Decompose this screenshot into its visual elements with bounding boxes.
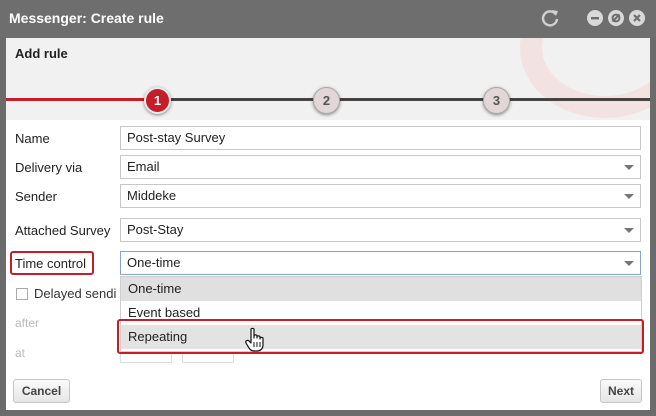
next-button[interactable]: Next (600, 379, 642, 403)
step-3[interactable]: 3 (483, 87, 510, 114)
minimize-icon[interactable] (587, 10, 603, 26)
time-control-label: Time control (15, 256, 87, 271)
sender-value: Middeke (127, 188, 177, 203)
time-control-select[interactable]: One-time (120, 251, 641, 275)
sender-label: Sender (15, 189, 57, 204)
maximize-icon[interactable] (608, 10, 624, 26)
delayed-sending-checkbox[interactable] (16, 288, 28, 300)
wizard-title: Add rule (15, 46, 68, 61)
sender-select[interactable]: Middeke (120, 184, 641, 208)
chevron-down-icon (624, 261, 634, 266)
survey-select[interactable]: Post-Stay (120, 218, 641, 242)
delayed-sending-label: Delayed sendi (34, 286, 117, 301)
survey-label: Attached Survey (15, 223, 111, 238)
dialog-body: Add rule 1 2 3 Name Post-stay Survey Del… (6, 38, 650, 410)
delivery-label: Delivery via (15, 160, 83, 175)
window-title: Messenger: Create rule (9, 10, 164, 26)
step-2[interactable]: 2 (313, 87, 340, 114)
dialog-window: Messenger: Create rule Add rule 1 2 3 Na… (0, 0, 656, 416)
cancel-button[interactable]: Cancel (13, 379, 70, 403)
close-icon[interactable] (629, 10, 645, 26)
name-value: Post-stay Survey (127, 130, 226, 145)
step-1[interactable]: 1 (144, 87, 171, 114)
progress-track-done (6, 98, 146, 101)
name-input[interactable]: Post-stay Survey (120, 126, 641, 150)
chevron-down-icon (624, 165, 634, 170)
delivery-value: Email (127, 159, 160, 174)
decorative-swoosh (520, 38, 650, 118)
survey-value: Post-Stay (127, 222, 184, 237)
title-bar: Messenger: Create rule (0, 0, 656, 38)
at-label: at (15, 346, 26, 360)
chevron-down-icon (624, 228, 634, 233)
hand-cursor-icon (244, 327, 266, 353)
after-label: after (15, 316, 40, 330)
refresh-icon[interactable] (540, 8, 560, 28)
time-control-value: One-time (127, 255, 181, 270)
repeating-highlight (117, 319, 644, 354)
delivery-select[interactable]: Email (120, 155, 641, 179)
chevron-down-icon (624, 194, 634, 199)
option-one-time[interactable]: One-time (121, 277, 641, 301)
name-label: Name (15, 131, 50, 146)
